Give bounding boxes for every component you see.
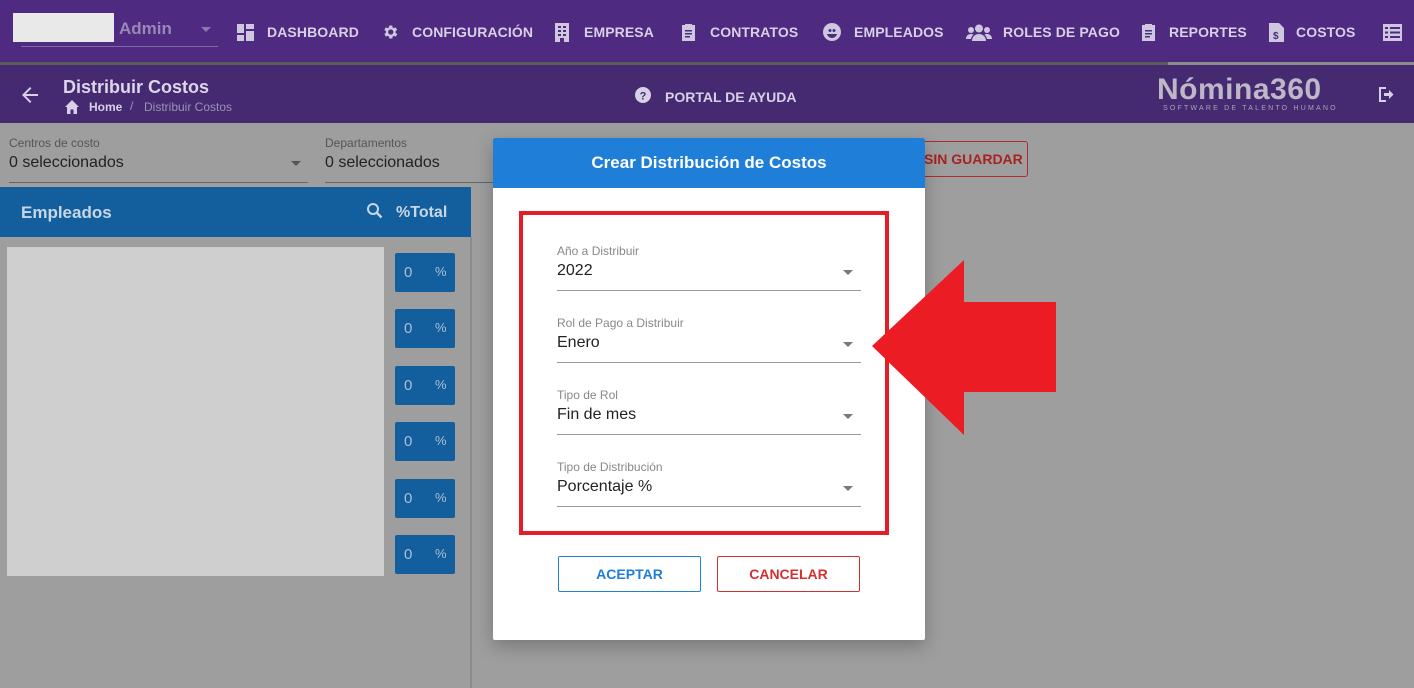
help-portal-link[interactable]: PORTAL DE AYUDA [665, 89, 796, 105]
cancel-button[interactable]: CANCELAR [717, 556, 860, 592]
svg-text:?: ? [640, 90, 647, 102]
distribution-type-label: Tipo de Distribución [557, 460, 663, 474]
save-status-button[interactable]: SIN GUARDAR [913, 141, 1028, 177]
role-type-label: Tipo de Rol [557, 388, 618, 402]
cost-centers-caret-icon[interactable] [291, 161, 301, 166]
nav-roles-de-pago[interactable]: ROLES DE PAGO [966, 22, 1120, 42]
role-type-value: Fin de mes [557, 406, 637, 423]
nav-contratos[interactable]: CONTRATOS [678, 22, 798, 42]
year-label: Año a Distribuir [557, 244, 640, 258]
dialog-title: Crear Distribución de Costos [493, 138, 925, 188]
nav-empresa[interactable]: EMPRESA [552, 22, 654, 42]
percent-field[interactable]: 0 % [395, 479, 455, 518]
percent-field[interactable]: 0 % [395, 253, 455, 292]
user-avatar-placeholder[interactable] [13, 13, 114, 42]
nav-configuracion-label: CONFIGURACIÓN [412, 24, 534, 40]
gear-icon [380, 22, 400, 42]
departments-label: Departamentos [325, 136, 408, 150]
save-status-label: SIN GUARDAR [924, 151, 1023, 167]
breadcrumb-home[interactable]: Home [89, 100, 122, 114]
employee-list [7, 247, 384, 576]
logout-icon[interactable] [1377, 86, 1396, 108]
nav-empresa-label: EMPRESA [584, 24, 654, 40]
home-icon[interactable] [64, 100, 80, 119]
brand-tagline: SOFTWARE DE TALENTO HUMANO [1163, 105, 1338, 112]
percent-field[interactable]: 0 % [395, 535, 455, 574]
cost-centers-select[interactable]: 0 seleccionados [9, 154, 124, 172]
building-icon [552, 22, 572, 42]
total-percent-header: %Total [396, 204, 448, 221]
dashboard-icon [235, 22, 255, 42]
nav-more-list[interactable] [1382, 22, 1414, 42]
percent-value: 0 [404, 320, 413, 337]
breadcrumb-separator: / [130, 99, 134, 113]
page-title: Distribuir Costos [63, 77, 210, 97]
nav-roles-de-pago-label: ROLES DE PAGO [1003, 24, 1120, 40]
nav-empleados[interactable]: EMPLEADOS [822, 22, 944, 42]
departments-select[interactable]: 0 seleccionados [325, 154, 440, 172]
percent-value: 0 [404, 490, 413, 507]
nav-empleados-label: EMPLEADOS [854, 24, 944, 40]
breadcrumb-current: Distribuir Costos [144, 100, 233, 114]
red-arrow-annotation-icon [872, 260, 1056, 435]
people-face-icon [822, 22, 842, 42]
employees-title: Empleados [21, 203, 112, 222]
nav-contratos-label: CONTRATOS [710, 24, 799, 40]
clipboard-icon [678, 22, 698, 42]
cost-centers-underline [9, 182, 308, 183]
percent-unit: % [435, 264, 447, 279]
chevron-down-icon [843, 342, 853, 347]
dollar-file-icon: $ [1266, 22, 1286, 42]
help-icon[interactable]: ? [635, 87, 651, 108]
pay-role-value: Enero [557, 334, 600, 351]
back-arrow-icon[interactable] [21, 86, 39, 109]
nav-reportes-label: REPORTES [1169, 24, 1247, 40]
percent-unit: % [435, 433, 447, 448]
nav-dashboard-label: DASHBOARD [267, 24, 359, 40]
nav-configuracion[interactable]: CONFIGURACIÓN [380, 22, 533, 42]
user-role[interactable]: Admin [119, 19, 172, 39]
departments-underline [325, 182, 493, 183]
nav-costos[interactable]: $ COSTOS [1266, 22, 1355, 42]
percent-value: 0 [404, 264, 413, 281]
user-select-underline [21, 46, 218, 47]
pay-role-label: Rol de Pago a Distribuir [557, 316, 684, 330]
field-underline [557, 506, 861, 507]
percent-field[interactable]: 0 % [395, 422, 455, 461]
field-underline [557, 434, 861, 435]
report-icon [1138, 22, 1158, 42]
panel-divider [470, 237, 472, 688]
percent-unit: % [435, 490, 447, 505]
users-icon [966, 22, 992, 42]
percent-field[interactable]: 0 % [395, 366, 455, 405]
create-distribution-dialog: Crear Distribución de Costos Año a Distr… [493, 138, 925, 640]
chevron-down-icon [843, 270, 853, 275]
chevron-down-icon [843, 486, 853, 491]
chevron-down-icon [843, 414, 853, 419]
percent-value: 0 [404, 433, 413, 450]
year-value: 2022 [557, 262, 593, 279]
search-icon[interactable] [366, 202, 384, 225]
nav-costos-label: COSTOS [1296, 24, 1356, 40]
distribution-type-value: Porcentaje % [557, 478, 653, 495]
field-underline [557, 290, 861, 291]
cost-centers-label: Centros de costo [9, 136, 100, 150]
brand-logo: Nómina360 [1157, 73, 1322, 106]
percent-value: 0 [404, 546, 413, 563]
field-underline [557, 362, 861, 363]
accept-button[interactable]: ACEPTAR [558, 556, 701, 592]
percent-unit: % [435, 320, 447, 335]
user-dropdown-caret-icon[interactable] [201, 27, 211, 32]
nav-reportes[interactable]: REPORTES [1138, 22, 1247, 42]
employees-header: Empleados %Total [0, 187, 471, 237]
top-navigation: Admin DASHBOARD CONFIGURACIÓN EMPRESA CO… [0, 0, 1414, 65]
list-icon [1382, 22, 1402, 42]
percent-unit: % [435, 377, 447, 392]
percent-unit: % [435, 546, 447, 561]
nav-dashboard[interactable]: DASHBOARD [235, 22, 359, 42]
percent-field[interactable]: 0 % [395, 309, 455, 348]
percent-value: 0 [404, 377, 413, 394]
page-header: Distribuir Costos Home / Distribuir Cost… [0, 65, 1414, 123]
svg-text:$: $ [1273, 31, 1279, 42]
